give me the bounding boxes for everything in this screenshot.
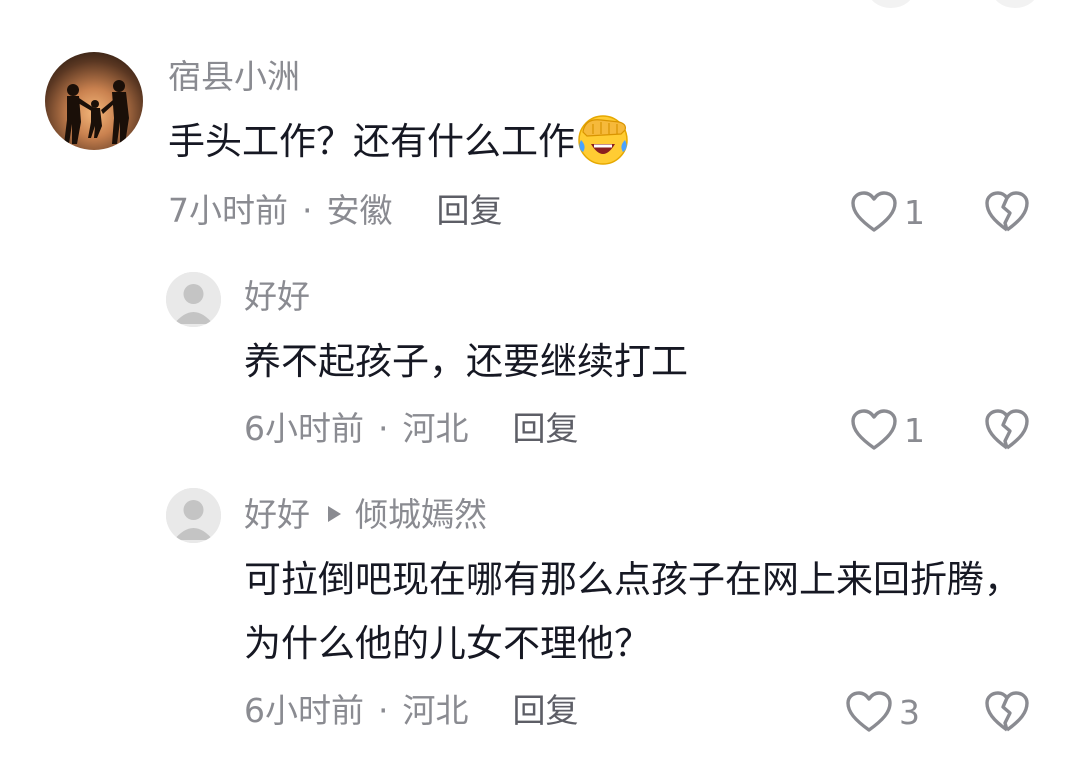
heart-outline-icon <box>851 409 897 450</box>
meta-separator: · <box>378 691 389 730</box>
avatar[interactable] <box>166 488 221 543</box>
dislike-button[interactable] <box>984 408 1030 452</box>
comment-username[interactable]: 好好 <box>244 495 310 534</box>
dislike-button[interactable] <box>984 190 1030 234</box>
comment-username[interactable]: 宿县小洲 <box>168 60 300 93</box>
comment-time: 7小时前 <box>168 191 288 230</box>
comment-text: 手头工作？还有什么工作 <box>168 110 631 174</box>
reply-button[interactable]: 回复 <box>513 691 579 730</box>
comment-time: 6小时前 <box>244 409 364 448</box>
comment-meta: 6小时前 · 河北 回复 <box>244 412 579 445</box>
comment-item: 宿县小洲 手头工作？还有什么工作 7小时前 · 安徽 回复 1 <box>0 0 1079 250</box>
reply-item: 好好 倾城嫣然 可拉倒吧现在哪有那么点孩子在网上来回折腾，为什么他的儿女不理他？ … <box>0 470 1079 766</box>
reply-button[interactable]: 回复 <box>437 191 503 230</box>
reply-to-username[interactable]: 倾城嫣然 <box>355 495 487 534</box>
comment-location: 河北 <box>402 691 469 730</box>
meta-separator: · <box>302 191 313 230</box>
like-button[interactable]: 3 <box>845 690 920 734</box>
like-count: 1 <box>904 192 925 232</box>
comment-meta: 7小时前 · 安徽 回复 <box>168 194 503 227</box>
like-button[interactable]: 1 <box>850 408 925 452</box>
heart-outline-icon <box>846 691 892 732</box>
comment-text: 可拉倒吧现在哪有那么点孩子在网上来回折腾，为什么他的儿女不理他？ <box>244 558 1021 665</box>
like-count: 3 <box>899 692 920 732</box>
triangle-right-icon <box>328 505 341 522</box>
comment-time: 6小时前 <box>244 691 364 730</box>
heart-outline-icon <box>851 191 897 232</box>
like-button[interactable]: 1 <box>850 190 925 234</box>
like-count: 1 <box>904 410 925 450</box>
dislike-button[interactable] <box>984 690 1030 734</box>
comment-username-row: 好好 倾城嫣然 <box>244 498 487 531</box>
comment-meta: 6小时前 · 河北 回复 <box>244 694 579 727</box>
reply-button[interactable]: 回复 <box>513 409 579 448</box>
comment-text: 养不起孩子，还要继续打工 <box>244 340 688 383</box>
comment-location: 河北 <box>402 409 469 448</box>
avatar[interactable] <box>45 52 143 150</box>
comment-text-content: 手头工作？还有什么工作 <box>168 120 575 163</box>
face-palm-laugh-icon <box>575 110 631 166</box>
broken-heart-outline-icon <box>985 691 1029 732</box>
meta-separator: · <box>378 409 389 448</box>
reply-item: 好好 养不起孩子，还要继续打工 6小时前 · 河北 回复 1 <box>0 250 1079 470</box>
comment-location: 安徽 <box>326 191 393 230</box>
broken-heart-outline-icon <box>985 191 1029 232</box>
broken-heart-outline-icon <box>985 409 1029 450</box>
avatar[interactable] <box>166 272 221 327</box>
comment-username[interactable]: 好好 <box>244 280 310 313</box>
